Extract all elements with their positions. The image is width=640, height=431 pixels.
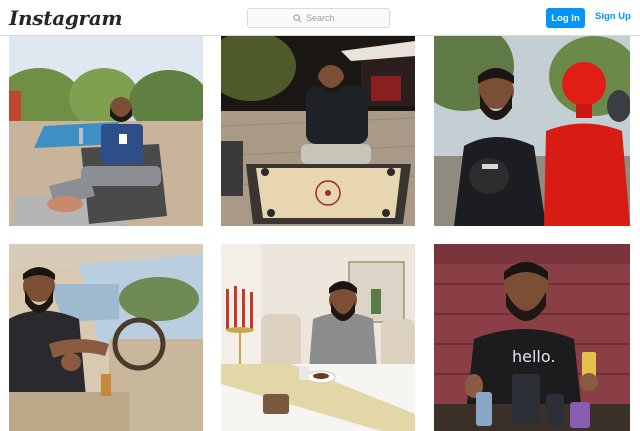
instagram-logo[interactable]: Instagram [9,6,123,30]
post-image [9,36,203,226]
post-image [434,36,630,226]
search-input[interactable] [306,13,344,23]
post-thumbnail[interactable] [434,36,630,226]
post-thumbnail[interactable] [221,36,415,226]
post-image [221,36,415,226]
post-thumbnail[interactable] [221,244,415,431]
search-icon [293,13,302,22]
post-image [9,244,203,431]
post-image [221,244,415,431]
search-box[interactable] [247,8,390,28]
top-navigation-bar: Instagram Log In Sign Up [0,0,640,36]
post-image: hello. [434,244,630,431]
login-button[interactable]: Log In [546,8,585,28]
signup-link[interactable]: Sign Up [595,11,631,22]
post-thumbnail[interactable] [9,36,203,226]
svg-text:hello.: hello. [512,347,555,366]
post-thumbnail[interactable] [9,244,203,431]
post-thumbnail[interactable]: hello. [434,244,630,431]
